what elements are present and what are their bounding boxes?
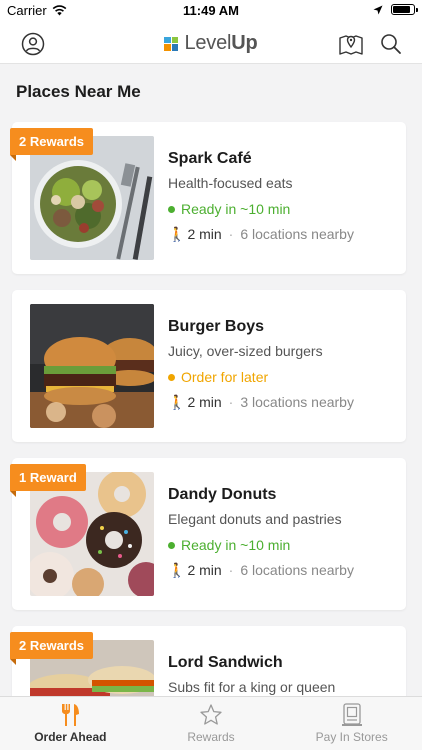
walk-time: 2 min [187, 394, 222, 410]
star-icon [200, 704, 222, 725]
separator-dot: · [228, 394, 234, 410]
status-dot-icon [168, 205, 175, 213]
place-tagline: Elegant donuts and pastries [168, 511, 342, 527]
distance-info: 🚶 2 min · 3 locations nearby [168, 393, 396, 411]
distance-info: 🚶 2 min · 6 locations nearby [168, 225, 396, 243]
distance-info: 🚶 2 min · 6 locations nearby [168, 561, 396, 579]
tab-label: Pay In Stores [315, 730, 388, 744]
tab-label: Rewards [187, 730, 235, 744]
place-card[interactable]: 2 Rewards Spark Café Health-focused eats… [10, 122, 406, 274]
separator-dot: · [228, 562, 234, 578]
separator-dot: · [228, 226, 234, 242]
search-button[interactable] [377, 30, 405, 58]
walking-person-icon: 🚶 [168, 393, 186, 410]
place-card[interactable]: Burger Boys Juicy, over-sized burgers Or… [12, 290, 406, 442]
place-name: Lord Sandwich [168, 654, 283, 671]
map-pin-icon [339, 35, 363, 55]
tab-rewards[interactable]: Rewards [141, 697, 282, 750]
logo-mark-icon [164, 36, 179, 51]
page-title: Places Near Me [16, 82, 141, 101]
place-card[interactable]: 2 Rewards Lord Sandwich Subs fit for a k… [10, 626, 406, 696]
locations-count: 3 locations nearby [240, 394, 354, 410]
place-tagline: Health-focused eats [168, 175, 293, 191]
walking-person-icon: 🚶 [168, 561, 186, 578]
walk-time: 2 min [187, 226, 222, 242]
clock: 11:49 AM [183, 3, 239, 18]
walk-time: 2 min [187, 562, 222, 578]
order-status-text: Ready in ~10 min [181, 201, 291, 217]
location-arrow-icon [373, 5, 383, 14]
places-list[interactable]: Places Near Me 2 Rewards Spark Café Heal… [0, 64, 422, 696]
rewards-badge: 2 Rewards [10, 128, 94, 161]
logo-text: LevelUp [184, 32, 258, 54]
order-status-text: Order for later [181, 369, 269, 385]
place-name: Burger Boys [168, 318, 265, 335]
place-name: Dandy Donuts [168, 486, 277, 503]
order-status: Ready in ~10 min [168, 536, 396, 554]
status-dot-icon [168, 373, 175, 381]
locations-count: 6 locations nearby [240, 226, 354, 242]
walking-person-icon: 🚶 [168, 225, 186, 242]
place-image [30, 304, 154, 428]
fork-knife-icon [62, 704, 80, 726]
qr-terminal-icon [341, 703, 362, 726]
tab-label: Order Ahead [34, 730, 107, 744]
order-status-text: Ready in ~10 min [181, 537, 291, 553]
status-bar: Carrier 11:49 AM [0, 0, 422, 22]
locations-count: 6 locations nearby [240, 562, 354, 578]
rewards-badge: 1 Reward [10, 464, 86, 497]
map-button[interactable] [337, 30, 365, 58]
place-card[interactable]: 1 Reward Dandy Donuts Elegant donuts and… [10, 458, 406, 610]
order-status: Order for later [168, 368, 396, 386]
rewards-badge: 2 Rewards [10, 632, 94, 665]
place-tagline: Subs fit for a king or queen [168, 679, 336, 695]
tab-bar: Order Ahead Rewards Pay In Stores [0, 696, 422, 750]
battery-fill [393, 6, 411, 13]
nav-bar: LevelUp [0, 22, 422, 64]
place-name: Spark Café [168, 150, 252, 167]
order-status: Ready in ~10 min [168, 200, 396, 218]
tab-pay-in-stores[interactable]: Pay In Stores [281, 697, 422, 750]
search-icon [381, 34, 401, 54]
tab-order-ahead[interactable]: Order Ahead [0, 697, 141, 750]
status-dot-icon [168, 541, 175, 549]
place-tagline: Juicy, over-sized burgers [168, 343, 323, 359]
battery-icon [391, 4, 418, 15]
